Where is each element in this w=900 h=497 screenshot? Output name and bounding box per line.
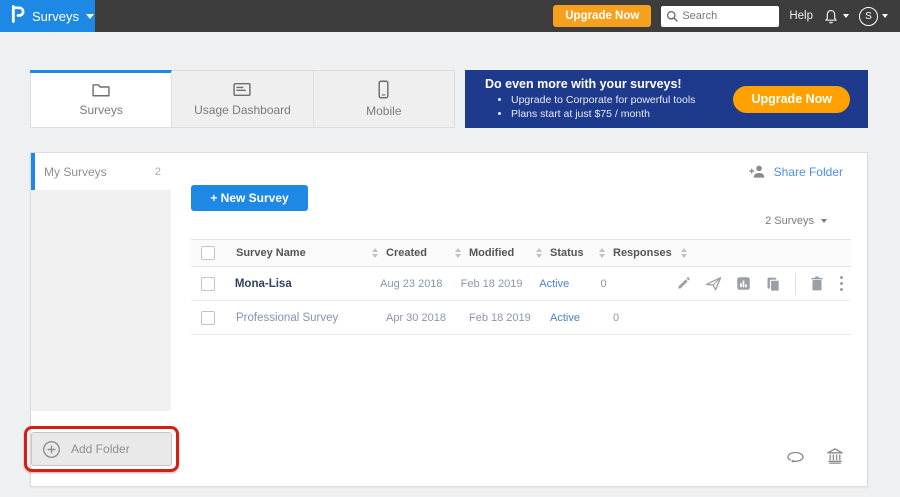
surveys-table: Survey Name Created Modified Status Resp… <box>191 239 851 335</box>
more-options-icon[interactable] <box>838 274 845 293</box>
panel-utilities <box>786 448 843 464</box>
tab-surveys-label: Surveys <box>79 103 122 117</box>
send-icon[interactable] <box>705 276 722 291</box>
table-header-row: Survey Name Created Modified Status Resp… <box>191 239 851 267</box>
column-header-responses[interactable]: Responses <box>613 247 672 259</box>
brand-logo-icon <box>10 4 25 29</box>
survey-count-dropdown[interactable]: 2 Surveys <box>765 215 827 227</box>
created-date: Apr 30 2018 <box>386 312 446 324</box>
app-menu-label: Surveys <box>32 9 79 24</box>
upgrade-banner: Do even more with your surveys! Upgrade … <box>465 70 868 128</box>
tab-mobile[interactable]: Mobile <box>313 71 454 127</box>
report-icon[interactable] <box>736 276 751 291</box>
new-survey-button[interactable]: + New Survey <box>191 185 308 211</box>
responses-count: 0 <box>613 312 619 324</box>
app-window: Surveys Upgrade Now Help S <box>0 0 900 497</box>
mobile-icon <box>377 80 390 99</box>
edit-icon[interactable] <box>676 276 691 291</box>
survey-name-link[interactable]: Mona-Lisa <box>235 278 292 290</box>
archive-bank-icon[interactable] <box>827 448 843 464</box>
help-link[interactable]: Help <box>789 10 813 22</box>
tab-usage-dashboard-label: Usage Dashboard <box>194 103 291 117</box>
select-all-checkbox[interactable] <box>201 246 215 260</box>
chevron-down-icon <box>882 14 888 18</box>
chevron-down-icon <box>843 14 849 18</box>
row-checkbox[interactable] <box>201 311 215 325</box>
banner-title: Do even more with your surveys! <box>485 77 733 91</box>
share-folder-label: Share Folder <box>774 165 843 179</box>
column-header-modified[interactable]: Modified <box>469 247 514 259</box>
banner-bullet: Plans start at just $75 / month <box>511 107 733 121</box>
status-badge: Active <box>539 278 569 290</box>
tab-mobile-label: Mobile <box>366 104 401 118</box>
sort-icon[interactable] <box>681 248 687 258</box>
table-row: Mona-Lisa Aug 23 2018 Feb 18 2019 Active… <box>191 267 851 301</box>
share-folder-link[interactable]: Share Folder <box>748 163 843 180</box>
survey-count-label: 2 Surveys <box>765 215 814 227</box>
search-box <box>661 6 779 27</box>
sort-icon[interactable] <box>455 248 461 258</box>
tab-surveys[interactable]: Surveys <box>31 71 171 127</box>
folder-count-badge: 2 <box>155 166 161 178</box>
bell-icon <box>823 8 839 25</box>
search-icon <box>666 10 679 23</box>
sort-icon[interactable] <box>372 248 378 258</box>
section-tabs: Surveys Usage Dashboard Mobile <box>30 70 455 128</box>
status-badge: Active <box>550 312 580 324</box>
plus-circle-icon <box>42 440 61 459</box>
modified-date: Feb 18 2019 <box>469 312 531 324</box>
folder-list-panel <box>31 190 171 411</box>
tab-usage-dashboard[interactable]: Usage Dashboard <box>171 71 312 127</box>
surveys-panel: My Surveys 2 Share Folder Add Folder + N… <box>30 152 868 487</box>
add-folder-label: Add Folder <box>71 442 130 456</box>
column-header-status[interactable]: Status <box>550 247 584 259</box>
restore-icon[interactable] <box>786 450 805 463</box>
column-header-survey-name[interactable]: Survey Name <box>236 247 306 259</box>
responses-count: 0 <box>600 278 606 290</box>
banner-bullets: Upgrade to Corporate for powerful tools … <box>511 93 733 121</box>
chevron-down-icon <box>86 14 94 19</box>
created-date: Aug 23 2018 <box>380 278 442 290</box>
delete-icon[interactable] <box>810 276 824 291</box>
top-bar: Surveys Upgrade Now Help S <box>0 0 900 32</box>
add-folder-button[interactable]: Add Folder <box>31 432 172 466</box>
chevron-down-icon <box>821 219 827 223</box>
column-header-created[interactable]: Created <box>386 247 427 259</box>
row-checkbox[interactable] <box>201 277 215 291</box>
folder-name: My Surveys <box>44 165 107 179</box>
banner-bullet: Upgrade to Corporate for powerful tools <box>511 93 733 107</box>
share-folder-icon <box>748 163 766 180</box>
avatar: S <box>859 7 878 26</box>
copy-icon[interactable] <box>765 276 781 292</box>
sort-icon[interactable] <box>536 248 542 258</box>
app-menu[interactable]: Surveys <box>0 0 95 32</box>
sort-icon[interactable] <box>599 248 605 258</box>
account-menu[interactable]: S <box>859 7 888 26</box>
table-row: Professional Survey Apr 30 2018 Feb 18 2… <box>191 301 851 335</box>
notifications-menu[interactable] <box>823 8 849 25</box>
dashboard-icon <box>232 81 252 98</box>
annotation-highlight: Add Folder <box>24 426 179 472</box>
banner-upgrade-button[interactable]: Upgrade Now <box>733 86 850 113</box>
folder-icon <box>91 81 111 98</box>
upgrade-now-button[interactable]: Upgrade Now <box>553 5 651 27</box>
folder-item-my-surveys[interactable]: My Surveys 2 <box>31 153 171 190</box>
divider <box>795 273 796 295</box>
survey-name-link[interactable]: Professional Survey <box>236 312 338 324</box>
modified-date: Feb 18 2019 <box>461 278 523 290</box>
